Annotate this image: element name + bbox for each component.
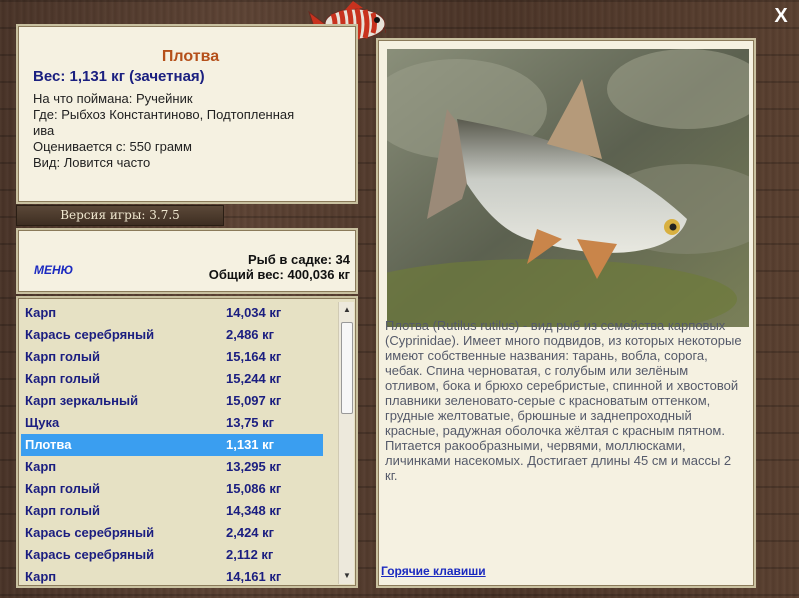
fish-row-weight: 2,112 кг — [226, 547, 274, 562]
close-button[interactable]: X — [771, 6, 791, 26]
fish-list-row[interactable]: Карп голый 15,086 кг — [21, 478, 323, 500]
fish-row-name: Щука — [25, 415, 60, 430]
menu-button[interactable]: МЕНЮ — [34, 263, 73, 277]
bait-line: На что поймана: Ручейник — [33, 91, 193, 106]
fish-row-weight: 15,244 кг — [226, 371, 282, 386]
fish-row-name: Карась серебряный — [25, 547, 155, 562]
fish-row-weight: 15,097 кг — [226, 393, 282, 408]
fish-row-name: Карп голый — [25, 371, 100, 386]
fish-list-row[interactable]: Карась серебряный 2,112 кг — [21, 544, 323, 566]
catch-info-panel: Плотва Вес: 1,131 кг (зачетная) На что п… — [16, 24, 358, 204]
fish-row-name: Плотва — [25, 437, 72, 452]
fish-row-weight: 15,164 кг — [226, 349, 282, 364]
fish-row-name: Карп голый — [25, 503, 100, 518]
fish-list: Карп 14,034 кг Карась серебряный 2,486 кг Ка… — [16, 296, 358, 588]
fish-description: Плотва (Rutilus rutilus) - вид рыб из се… — [385, 318, 742, 483]
fish-list-row[interactable]: Карп голый 15,244 кг — [21, 368, 323, 390]
fish-row-name: Карп — [25, 569, 57, 584]
fish-list-row[interactable]: Щука 13,75 кг — [21, 412, 323, 434]
keepnet-summary-panel: МЕНЮ Рыб в садке: 34 Общий вес: 400,036 … — [16, 228, 358, 294]
fish-row-name: Карась серебряный — [25, 327, 155, 342]
fish-name: Плотва — [161, 48, 220, 65]
fish-row-weight: 13,295 кг — [226, 459, 282, 474]
scroll-thumb[interactable] — [341, 322, 353, 414]
fish-row-name: Карп — [25, 459, 57, 474]
roach-photo-icon — [387, 49, 749, 327]
fish-details-panel: Плотва (Rutilus rutilus) - вид рыб из се… — [376, 38, 756, 588]
location-line-cont: ива — [33, 123, 55, 138]
fish-row-weight: 2,424 кг — [226, 525, 275, 540]
fish-list-row[interactable]: Карась серебряный 2,424 кг — [21, 522, 323, 544]
fish-row-weight: 14,348 кг — [226, 503, 282, 518]
fish-row-name: Карп зеркальный — [25, 393, 139, 408]
fish-row-weight: 15,086 кг — [226, 481, 282, 496]
fish-row-name: Карп — [25, 305, 57, 320]
game-version: Версия игры: 3.7.5 — [16, 205, 224, 226]
fish-photo — [387, 49, 749, 327]
frequency-line: Вид: Ловится часто — [33, 155, 151, 170]
fish-list-row[interactable]: Карп голый 15,164 кг — [21, 346, 323, 368]
hotkeys-link[interactable]: Горячие клавиши — [381, 564, 486, 578]
fish-count: Рыб в садке: 34 — [247, 252, 350, 267]
fish-row-weight: 14,161 кг — [226, 569, 282, 584]
rated-from-line: Оценивается с: 550 грамм — [33, 139, 192, 154]
scrollbar[interactable]: ▲ ▼ — [338, 302, 354, 584]
scroll-up-arrow-icon[interactable]: ▲ — [339, 302, 355, 318]
keepnet-stats: Рыб в садке: 34 Общий вес: 400,036 кг — [209, 252, 350, 282]
fish-list-row[interactable]: Карп 13,295 кг — [21, 456, 323, 478]
fish-list-row[interactable]: Плотва 1,131 кг — [21, 434, 323, 456]
location-line: Где: Рыбхоз Константиново, Подтопленная — [33, 107, 295, 122]
fish-list-rows: Карп 14,034 кг Карась серебряный 2,486 кг Ка… — [18, 302, 356, 586]
total-weight: Общий вес: 400,036 кг — [208, 267, 350, 282]
fish-list-row[interactable]: Карп 14,161 кг — [21, 566, 323, 586]
fish-row-weight: 1,131 кг — [226, 437, 275, 452]
scroll-down-arrow-icon[interactable]: ▼ — [339, 568, 355, 584]
fish-list-row[interactable]: Карп 14,034 кг — [21, 302, 323, 324]
fish-row-name: Карп голый — [25, 481, 100, 496]
fish-weight: Вес: 1,131 кг (зачетная) — [33, 68, 205, 85]
fish-list-row[interactable]: Карп голый 14,348 кг — [21, 500, 323, 522]
fish-row-weight: 2,486 кг — [226, 327, 275, 342]
fish-row-name: Карп голый — [25, 349, 100, 364]
fish-row-weight: 13,75 кг — [226, 415, 275, 430]
fish-list-row[interactable]: Карп зеркальный 15,097 кг — [21, 390, 323, 412]
fish-row-name: Карась серебряный — [25, 525, 155, 540]
fish-list-row[interactable]: Карась серебряный 2,486 кг — [21, 324, 323, 346]
fish-row-weight: 14,034 кг — [226, 305, 282, 320]
